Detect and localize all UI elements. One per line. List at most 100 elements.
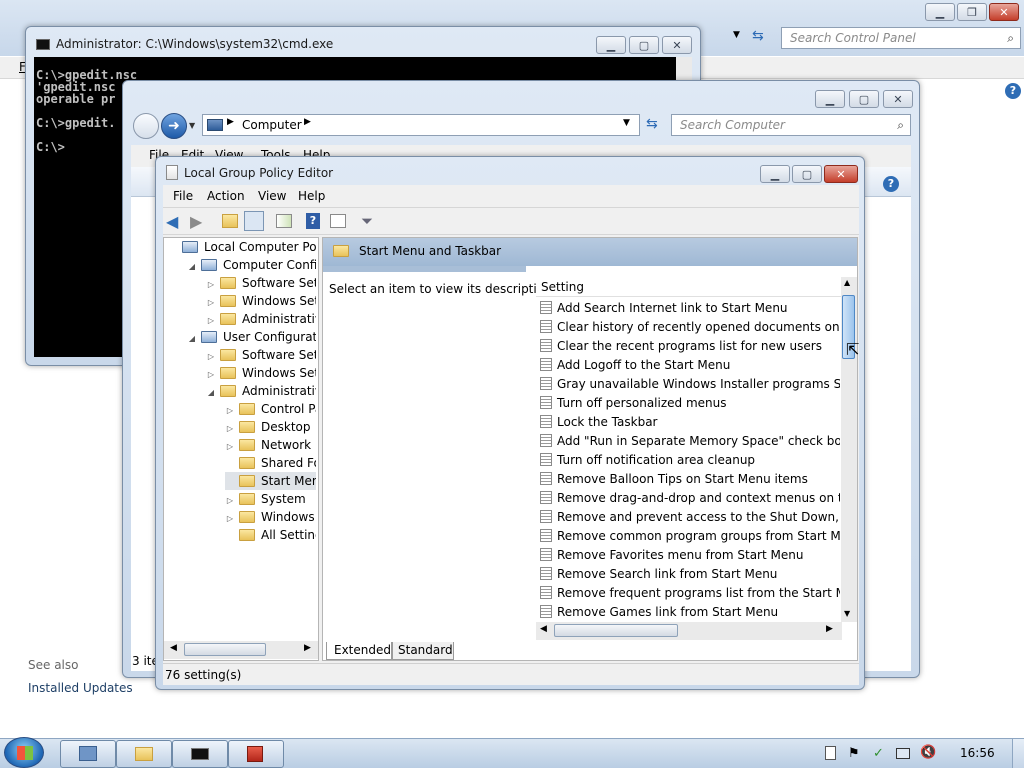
- address-dropdown-icon[interactable]: ▼: [623, 118, 630, 128]
- setting-row[interactable]: Remove drag-and-drop and context menus o…: [540, 489, 840, 508]
- cp-restore-button[interactable]: ❐: [957, 3, 987, 21]
- forward-button[interactable]: ➜: [161, 113, 187, 139]
- expander-icon[interactable]: ▷: [225, 420, 235, 436]
- export-list-icon[interactable]: [276, 214, 292, 228]
- setting-row[interactable]: Lock the Taskbar: [540, 413, 840, 432]
- tree-node[interactable]: ▷ Control Panel: [225, 400, 316, 418]
- setting-row[interactable]: Turn off notification area cleanup: [540, 451, 840, 470]
- setting-row[interactable]: Remove and prevent access to the Shut Do…: [540, 508, 840, 527]
- cp-search-input[interactable]: Search Control Panel ⌕: [781, 27, 1021, 49]
- scroll-right-arrow-icon[interactable]: ▶: [826, 624, 833, 634]
- explorer-address-bar[interactable]: ▶ Computer ▶ ▼: [202, 114, 640, 136]
- cmd-maximize-button[interactable]: ▢: [629, 36, 659, 54]
- setting-row[interactable]: Clear the recent programs list for new u…: [540, 337, 840, 356]
- tree-hscroll-thumb[interactable]: [184, 643, 266, 656]
- properties-icon[interactable]: [330, 214, 346, 228]
- explorer-close-button[interactable]: ✕: [883, 90, 913, 108]
- back-arrow-icon[interactable]: ◀: [166, 212, 178, 231]
- gpedit-maximize-button[interactable]: ▢: [792, 165, 822, 183]
- setting-row[interactable]: Add Logoff to the Start Menu: [540, 356, 840, 375]
- expander-icon[interactable]: ▷: [225, 402, 235, 418]
- expander-icon[interactable]: ▷: [206, 294, 216, 310]
- scroll-down-arrow-icon[interactable]: ▼: [844, 609, 850, 618]
- scroll-left-arrow-icon[interactable]: ◀: [170, 643, 177, 653]
- cmd-minimize-button[interactable]: ▁: [596, 36, 626, 54]
- gpedit-close-button[interactable]: ✕: [824, 165, 858, 183]
- notification-doc-icon[interactable]: [825, 746, 836, 760]
- tree-hscrollbar[interactable]: ◀ ▶: [164, 641, 318, 659]
- gpedit-menu-view[interactable]: View: [258, 189, 286, 203]
- expander-icon[interactable]: ▷: [206, 348, 216, 364]
- tree-node[interactable]: Local Computer Policy: [168, 238, 316, 256]
- expander-icon[interactable]: ▷: [206, 276, 216, 292]
- cp-close-button[interactable]: ✕: [989, 3, 1019, 21]
- up-folder-icon[interactable]: [222, 214, 238, 228]
- explorer-maximize-button[interactable]: ▢: [849, 90, 879, 108]
- setting-row[interactable]: Remove Favorites menu from Start Menu: [540, 546, 840, 565]
- gpedit-minimize-button[interactable]: ▁: [760, 165, 790, 183]
- tree-node[interactable]: ▷ System: [225, 490, 306, 508]
- network-icon[interactable]: ✓: [873, 746, 884, 761]
- action-center-flag-icon[interactable]: ⚑: [848, 746, 860, 761]
- settings-hscrollbar[interactable]: ◀ ▶: [536, 622, 842, 640]
- tab-extended[interactable]: Extended: [326, 642, 392, 660]
- expander-icon[interactable]: ◢: [206, 384, 216, 400]
- tree-node[interactable]: ▷ Windows Setting: [206, 364, 316, 382]
- cp-help-icon[interactable]: ?: [1005, 83, 1021, 99]
- tree-node[interactable]: ◢ Administrative Te: [206, 382, 316, 400]
- back-button[interactable]: [133, 113, 159, 139]
- settings-vscrollbar[interactable]: ▲ ▼: [841, 277, 857, 622]
- show-desktop-button[interactable]: [1012, 739, 1024, 768]
- tree-node[interactable]: ▷ Software Settings: [206, 346, 316, 364]
- show-hide-tree-icon[interactable]: [244, 211, 264, 231]
- expander-icon[interactable]: ◢: [187, 258, 197, 274]
- taskbar-clock[interactable]: 16:56: [960, 746, 995, 760]
- scroll-up-arrow-icon[interactable]: ▲: [844, 278, 850, 287]
- setting-row[interactable]: Remove Balloon Tips on Start Menu items: [540, 470, 840, 489]
- setting-row[interactable]: Add "Run in Separate Memory Space" check…: [540, 432, 840, 451]
- expander-icon[interactable]: ▷: [225, 510, 235, 526]
- filter-icon[interactable]: ⏷: [361, 212, 373, 230]
- gpedit-menu-file[interactable]: File: [173, 189, 193, 203]
- setting-row[interactable]: Remove common program groups from Start …: [540, 527, 840, 546]
- tree-node[interactable]: Start Menu ar: [225, 472, 316, 490]
- display-icon[interactable]: [896, 748, 910, 759]
- tree-node[interactable]: ▷ Windows Setting: [206, 292, 316, 310]
- setting-row[interactable]: Clear history of recently opened documen…: [540, 318, 840, 337]
- explorer-search-input[interactable]: Search Computer ⌕: [671, 114, 911, 136]
- tree-node[interactable]: ▷ Administrative Te: [206, 310, 316, 328]
- history-dropdown-icon[interactable]: ▼: [189, 121, 195, 130]
- expander-icon[interactable]: ▷: [225, 492, 235, 508]
- column-header-setting[interactable]: Setting: [541, 280, 584, 294]
- expander-icon[interactable]: ▷: [206, 312, 216, 328]
- forward-arrow-icon[interactable]: ▶: [190, 212, 202, 231]
- tree-node[interactable]: All Settings: [225, 526, 316, 544]
- cp-minimize-button[interactable]: ▁: [925, 3, 955, 21]
- expander-icon[interactable]: ◢: [187, 330, 197, 346]
- settings-hscroll-thumb[interactable]: [554, 624, 678, 637]
- expander-icon[interactable]: ▷: [206, 366, 216, 382]
- taskbar-control-panel-button[interactable]: [60, 740, 116, 768]
- taskbar-gpedit-button[interactable]: [228, 740, 284, 768]
- tree-node[interactable]: ▷ Windows Cor: [225, 508, 316, 526]
- gpedit-menu-action[interactable]: Action: [207, 189, 245, 203]
- tree-node[interactable]: ◢ User Configuration: [187, 328, 316, 346]
- tab-standard[interactable]: Standard: [392, 642, 454, 660]
- cp-dropdown-arrow[interactable]: ▼: [733, 30, 740, 40]
- setting-row[interactable]: Remove Search link from Start Menu: [540, 565, 840, 584]
- setting-row[interactable]: Add Search Internet link to Start Menu: [540, 299, 840, 318]
- expander-icon[interactable]: ▷: [225, 438, 235, 454]
- tree-node[interactable]: ▷ Network: [225, 436, 311, 454]
- explorer-help-icon[interactable]: ?: [883, 176, 899, 192]
- tree-node[interactable]: Shared Folder: [225, 454, 316, 472]
- explorer-refresh-icon[interactable]: ⇆: [646, 116, 658, 132]
- settings-column-header[interactable]: Setting: [536, 277, 842, 297]
- cmd-close-button[interactable]: ✕: [662, 36, 692, 54]
- setting-row[interactable]: Turn off personalized menus: [540, 394, 840, 413]
- tree-node[interactable]: ▷ Desktop: [225, 418, 311, 436]
- taskbar-cmd-button[interactable]: [172, 740, 228, 768]
- cp-refresh-icon[interactable]: ⇆: [752, 28, 764, 44]
- tree-node[interactable]: ◢ Computer Configura: [187, 256, 316, 274]
- volume-muted-icon[interactable]: 🔇: [920, 745, 936, 760]
- scroll-left-arrow-icon[interactable]: ◀: [540, 624, 547, 634]
